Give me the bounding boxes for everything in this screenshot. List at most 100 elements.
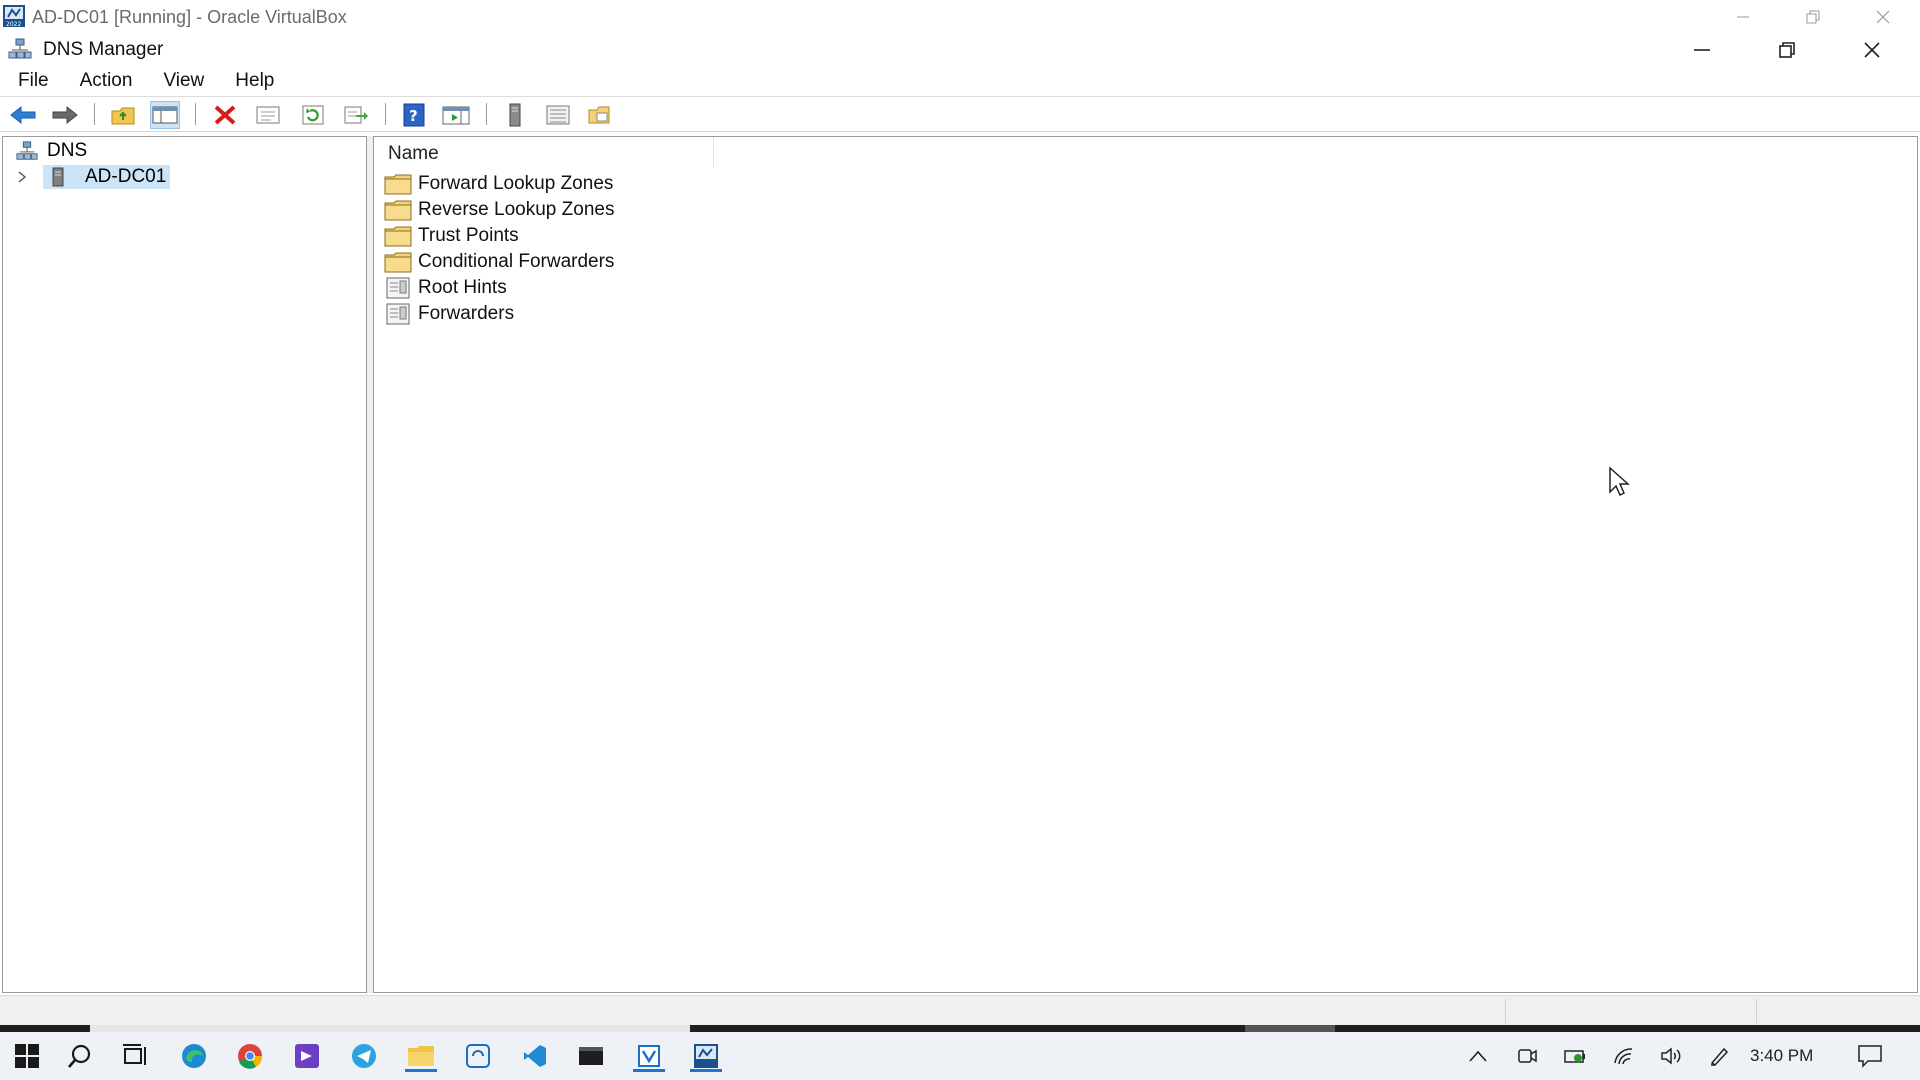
visual-studio-app[interactable]	[285, 1038, 329, 1074]
forward-button[interactable]	[50, 101, 80, 129]
vbox-restore-button[interactable]	[1790, 4, 1836, 30]
new-folder-button[interactable]	[585, 101, 615, 129]
server-icon	[47, 167, 69, 187]
notification-icon	[1858, 1045, 1882, 1068]
battery-tray[interactable]	[1560, 1042, 1590, 1070]
network-tray[interactable]	[1609, 1042, 1639, 1070]
menu-view[interactable]: View	[153, 67, 214, 95]
tree-server-selection[interactable]: AD-DC01	[43, 165, 171, 189]
pen-tray[interactable]	[1704, 1042, 1734, 1070]
properties-icon	[256, 106, 280, 124]
menu-help[interactable]: Help	[225, 67, 284, 95]
minimize-icon	[1694, 49, 1710, 51]
start-button[interactable]	[5, 1038, 49, 1074]
status-divider	[1756, 999, 1757, 1023]
refresh-button[interactable]	[298, 101, 328, 129]
column-header-name[interactable]: Name	[374, 137, 714, 167]
virtualbox-vm-app[interactable]	[684, 1038, 728, 1074]
chevron-right-icon[interactable]	[13, 170, 31, 184]
up-folder-icon	[111, 107, 135, 125]
volume-tray[interactable]	[1656, 1042, 1686, 1070]
list-view-button[interactable]	[543, 101, 573, 129]
telegram-app[interactable]	[342, 1038, 386, 1074]
server-button[interactable]	[500, 101, 530, 129]
app-close-button[interactable]	[1842, 34, 1902, 66]
toolbar-separator	[385, 103, 386, 125]
search-button[interactable]	[58, 1038, 102, 1074]
list-item[interactable]: Trust Points	[384, 223, 519, 249]
vbox-close-button[interactable]	[1860, 4, 1906, 30]
list-item-label: Conditional Forwarders	[418, 251, 615, 272]
folder-icon	[384, 198, 412, 222]
list-view-icon	[546, 105, 570, 125]
properties-button[interactable]	[253, 101, 283, 129]
folder-icon	[384, 224, 412, 248]
list-item-label: Trust Points	[418, 225, 519, 246]
remote-desktop-app[interactable]	[456, 1038, 500, 1074]
minimize-icon	[1737, 16, 1749, 18]
help-button[interactable]: ?	[399, 101, 429, 129]
list-item-label: Forward Lookup Zones	[418, 173, 614, 194]
records-icon	[384, 302, 412, 326]
dns-root-icon	[13, 140, 41, 162]
list-item[interactable]: Forward Lookup Zones	[384, 171, 613, 197]
tree-label-server: AD-DC01	[85, 166, 167, 187]
delete-icon	[214, 105, 236, 125]
close-icon	[1876, 10, 1890, 24]
chevron-up-icon	[1469, 1050, 1487, 1062]
running-indicator	[405, 1069, 437, 1072]
battery-icon	[1564, 1050, 1585, 1063]
forward-arrow-icon	[52, 105, 78, 125]
vscode-app[interactable]	[513, 1038, 557, 1074]
console-tree-pane: DNS AD-DC01	[2, 136, 367, 993]
notifications-button[interactable]	[1855, 1042, 1885, 1070]
back-button[interactable]	[8, 101, 38, 129]
vscode-icon	[524, 1045, 546, 1067]
delete-button[interactable]	[210, 101, 240, 129]
virtualbox-vm-icon: 2022	[2, 3, 26, 29]
chrome-app[interactable]	[228, 1038, 272, 1074]
show-hide-console-tree-button[interactable]	[150, 101, 180, 129]
app-restore-button[interactable]	[1757, 34, 1817, 66]
edge-app[interactable]	[172, 1038, 216, 1074]
export-list-button[interactable]	[341, 101, 371, 129]
menu-bar: File Action View Help	[0, 66, 1920, 96]
show-action-pane-icon	[442, 106, 470, 125]
terminal-icon	[579, 1047, 603, 1065]
tree-label-dns: DNS	[47, 140, 88, 161]
app-minimize-button[interactable]	[1672, 34, 1732, 66]
virtualbox-titlebar: 2022 AD-DC01 [Running] - Oracle VirtualB…	[0, 0, 1920, 34]
restore-icon	[1779, 42, 1795, 58]
list-item[interactable]: Conditional Forwarders	[384, 249, 614, 275]
list-item[interactable]: Reverse Lookup Zones	[384, 197, 614, 223]
file-explorer-app[interactable]	[399, 1038, 443, 1074]
toolbar: ?	[0, 96, 1920, 132]
show-action-pane-button[interactable]	[441, 101, 471, 129]
show-hidden-icons-button[interactable]	[1463, 1042, 1493, 1070]
task-view-icon	[123, 1044, 146, 1065]
svg-text:?: ?	[409, 107, 418, 125]
close-icon	[1864, 42, 1880, 58]
file-explorer-icon	[408, 1046, 434, 1066]
app-titlebar: DNS Manager	[0, 34, 1920, 66]
chrome-icon	[238, 1044, 263, 1069]
wifi-icon	[1614, 1048, 1633, 1065]
list-item[interactable]: Forwarders	[384, 301, 514, 327]
tree-item-server[interactable]: AD-DC01	[13, 165, 171, 189]
telegram-icon	[352, 1044, 376, 1068]
up-level-button[interactable]	[108, 101, 138, 129]
tree-item-dns[interactable]: DNS	[13, 139, 87, 163]
toolbar-separator	[195, 103, 196, 125]
taskbar-clock[interactable]: 3:40 PM	[1750, 1046, 1813, 1066]
records-icon	[384, 276, 412, 300]
virtualbox-app[interactable]	[627, 1038, 671, 1074]
terminal-app[interactable]	[569, 1038, 613, 1074]
virtualbox-window-title: AD-DC01 [Running] - Oracle VirtualBox	[32, 7, 347, 27]
task-view-button[interactable]	[113, 1038, 157, 1074]
vbox-minimize-button[interactable]	[1720, 4, 1766, 30]
mouse-cursor-icon	[1608, 466, 1634, 498]
meet-now-button[interactable]	[1512, 1042, 1542, 1070]
menu-action[interactable]: Action	[70, 67, 143, 95]
list-item[interactable]: Root Hints	[384, 275, 507, 301]
menu-file[interactable]: File	[8, 67, 59, 95]
